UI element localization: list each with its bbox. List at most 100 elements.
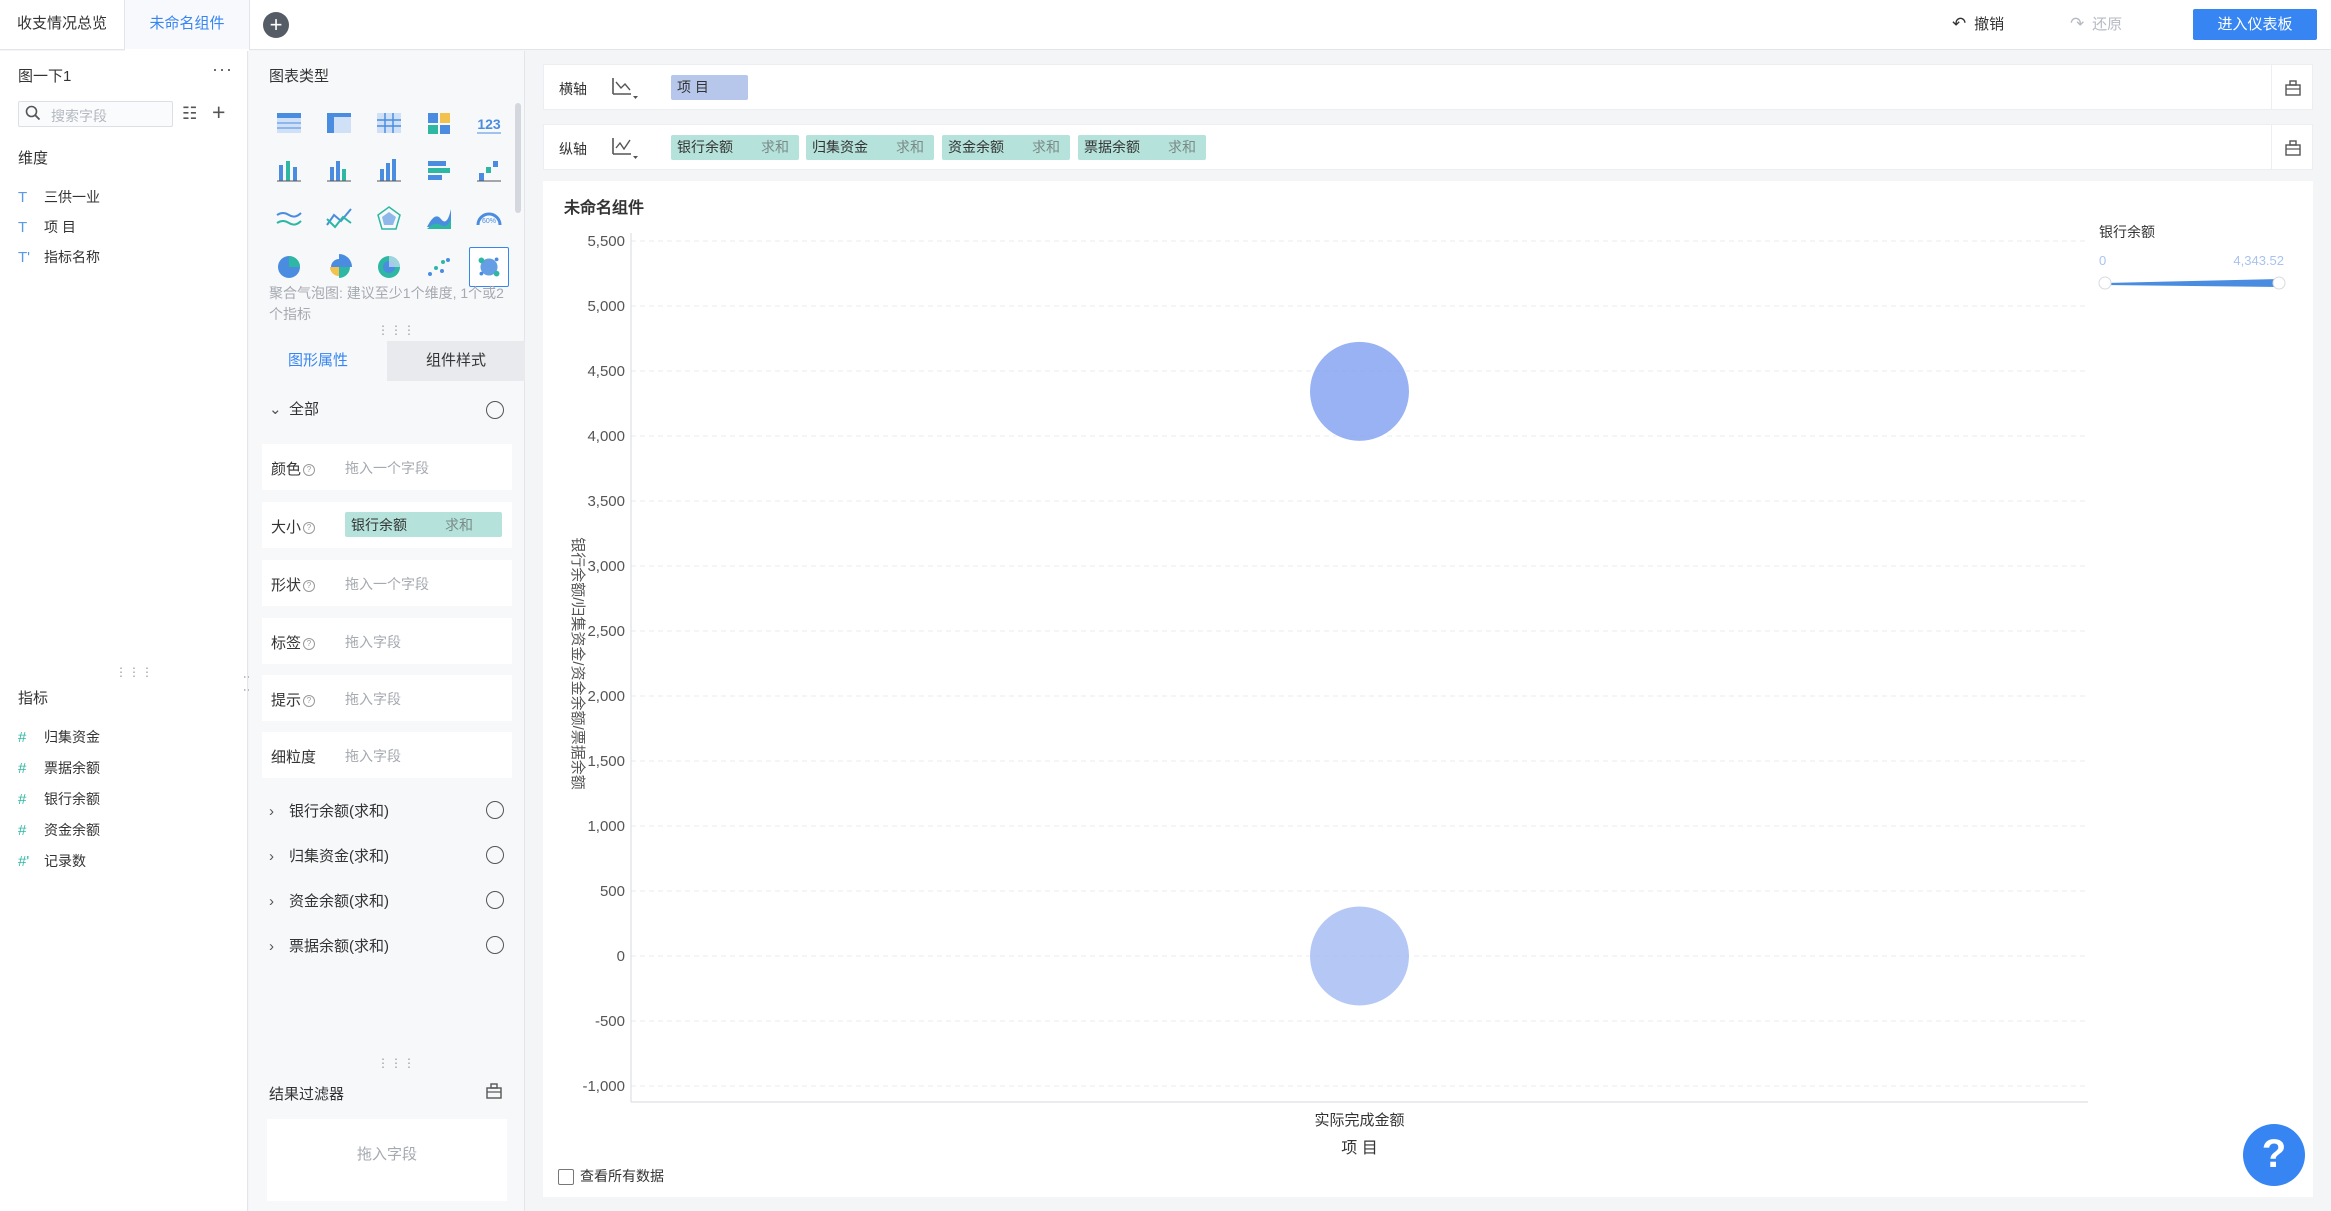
chart-type-hint: 聚合气泡图: 建议至少1个维度, 1个或2个指标	[269, 285, 504, 322]
help-button[interactable]: ?	[2243, 1124, 2305, 1186]
y-field-chip[interactable]: 资金余额 求和	[942, 135, 1070, 160]
legend-size-bar	[2105, 279, 2279, 287]
color-drop-zone[interactable]: 拖入一个字段	[345, 458, 429, 478]
series-radio[interactable]	[486, 801, 504, 819]
x-axis-label: 横轴	[559, 81, 587, 97]
redo-button[interactable]: ↷ 还原	[2070, 13, 2122, 34]
tab-component-style[interactable]: 组件样式	[387, 341, 525, 381]
measure-field[interactable]: # 资金余额	[18, 820, 100, 840]
multi-pie-icon[interactable]	[369, 247, 409, 287]
add-field-icon[interactable]: +	[212, 99, 225, 126]
stacked-bar-icon[interactable]	[269, 151, 309, 191]
waterfall-icon[interactable]	[469, 151, 509, 191]
label-drop-zone[interactable]: 拖入字段	[345, 632, 401, 652]
label-property[interactable]: 标签? 拖入字段	[262, 618, 512, 664]
size-property[interactable]: 大小? 银行余额 求和	[262, 502, 512, 548]
chevron-right-icon: ›	[269, 893, 274, 910]
result-filter-drop-zone[interactable]: 拖入字段	[267, 1119, 507, 1201]
chart-card: 未命名组件 -1,000 -500 0 500 1,000 1,500 2,000 2,500…	[543, 181, 2313, 1197]
y-tick-label: 3,500	[587, 493, 625, 510]
legend-min-handle	[2098, 276, 2112, 290]
all-series-radio[interactable]	[486, 401, 504, 419]
shelf-settings-icon[interactable]	[2284, 79, 2302, 97]
help-circle-icon: ?	[303, 695, 316, 708]
result-filter-label: 结果过滤器	[269, 1086, 345, 1103]
chart-type-scrollbar[interactable]	[515, 103, 521, 213]
data-panel: 图一下1 ··· 搜索字段 ☷ + 维度 T 三供一业 T项 目 T' 指标名称 ⋮…	[0, 51, 256, 1211]
help-circle-icon: ?	[303, 580, 316, 593]
polyline-chart-icon[interactable]	[319, 199, 359, 239]
all-series-toggle[interactable]: ⌄ 全部	[269, 398, 319, 419]
tooltip-drop-zone[interactable]: 拖入字段	[345, 689, 401, 709]
column-chart-icon[interactable]	[369, 151, 409, 191]
more-icon[interactable]: ···	[212, 59, 233, 80]
view-all-data-checkbox[interactable]: 查看所有数据	[558, 1166, 664, 1186]
measure-field[interactable]: #' 记录数	[18, 851, 86, 871]
series-row[interactable]: › 票据余额(求和)	[269, 935, 389, 956]
size-field-pill[interactable]: 银行余额 求和	[345, 512, 502, 537]
horizontal-bar-icon[interactable]	[419, 151, 459, 191]
tooltip-property[interactable]: 提示? 拖入字段	[262, 675, 512, 721]
pie-chart-icon[interactable]	[269, 247, 309, 287]
undo-button[interactable]: ↶ 撤销	[1952, 13, 2004, 34]
y-field-chip[interactable]: 票据余额 求和	[1078, 135, 1206, 160]
bubble-chart-icon[interactable]	[469, 247, 509, 287]
y-field-chip[interactable]: 银行余额 求和	[671, 135, 799, 160]
color-table-icon[interactable]	[419, 103, 459, 143]
section-resize-handle[interactable]: ⋮⋮⋮	[377, 323, 416, 337]
field-filter-icon[interactable]: ☷	[182, 104, 197, 124]
dimension-field[interactable]: T' 指标名称	[18, 247, 100, 267]
cross-table-icon[interactable]	[369, 103, 409, 143]
panel-splitter-handle[interactable]: ⋮⋮⋮	[115, 665, 154, 679]
dimension-field[interactable]: T 三供一业	[18, 187, 100, 207]
dimension-field[interactable]: T项 目	[18, 217, 76, 237]
tab-unnamed-component[interactable]: 未命名组件	[125, 0, 250, 51]
undo-icon: ↶	[1952, 14, 1967, 33]
x-axis-type-icon[interactable]	[609, 74, 639, 102]
radar-chart-icon[interactable]	[369, 199, 409, 239]
color-property[interactable]: 颜色? 拖入一个字段	[262, 444, 512, 490]
shape-property[interactable]: 形状? 拖入一个字段	[262, 560, 512, 606]
scatter-chart-icon[interactable]	[419, 247, 459, 287]
shelf-settings-icon[interactable]	[2284, 139, 2302, 157]
search-placeholder: 搜索字段	[51, 108, 107, 124]
series-radio[interactable]	[486, 936, 504, 954]
gauge-chart-icon[interactable]: 60%	[469, 199, 509, 239]
y-field-chip[interactable]: 归集资金 求和	[806, 135, 934, 160]
y-tick-label: -500	[595, 1013, 625, 1030]
legend-max-label: 4,343.52	[2233, 253, 2284, 268]
dataset-name[interactable]: 图一下1	[18, 65, 71, 86]
kpi-number-icon[interactable]: 123	[469, 103, 509, 143]
line-chart-icon[interactable]	[269, 199, 309, 239]
table-chart-icon[interactable]	[269, 103, 309, 143]
series-radio[interactable]	[486, 846, 504, 864]
y-tick-label: 1,500	[587, 753, 625, 770]
group-table-icon[interactable]	[319, 103, 359, 143]
filter-settings-icon[interactable]	[485, 1082, 503, 1100]
granularity-property[interactable]: 细粒度 拖入字段	[262, 732, 512, 778]
tab-overview[interactable]: 收支情况总览	[0, 0, 125, 50]
config-panel: 图表类型 123 60% 聚合气泡图: 建议至少1个维度, 1个或2个指标 ⋮⋮…	[249, 51, 525, 1211]
add-tab-icon[interactable]: +	[263, 12, 289, 38]
section-resize-handle[interactable]: ⋮⋮⋮	[377, 1056, 416, 1070]
measure-section-label: 指标	[18, 690, 49, 707]
top-bar: 收支情况总览 未命名组件 + ↶ 撤销 ↷ 还原 进入仪表板	[0, 0, 2331, 51]
area-chart-icon[interactable]	[419, 199, 459, 239]
shape-drop-zone[interactable]: 拖入一个字段	[345, 574, 429, 594]
y-axis-type-icon[interactable]	[609, 134, 639, 162]
measure-field[interactable]: # 票据余额	[18, 758, 100, 778]
granularity-drop-zone[interactable]: 拖入字段	[345, 746, 401, 766]
tab-graphic-properties[interactable]: 图形属性	[249, 341, 387, 381]
measure-field[interactable]: # 银行余额	[18, 789, 100, 809]
x-field-chip[interactable]: 项 目	[671, 75, 748, 100]
measure-field[interactable]: # 归集资金	[18, 727, 100, 747]
x-axis-shelf: 横轴 项 目	[543, 64, 2313, 110]
grouped-bar-icon[interactable]	[319, 151, 359, 191]
series-row[interactable]: › 资金余额(求和)	[269, 890, 389, 911]
enter-dashboard-button[interactable]: 进入仪表板	[2193, 9, 2317, 40]
series-radio[interactable]	[486, 891, 504, 909]
rose-chart-icon[interactable]	[319, 247, 359, 287]
series-row[interactable]: › 归集资金(求和)	[269, 845, 389, 866]
series-row[interactable]: › 银行余额(求和)	[269, 800, 389, 821]
field-search[interactable]: 搜索字段	[18, 101, 173, 127]
